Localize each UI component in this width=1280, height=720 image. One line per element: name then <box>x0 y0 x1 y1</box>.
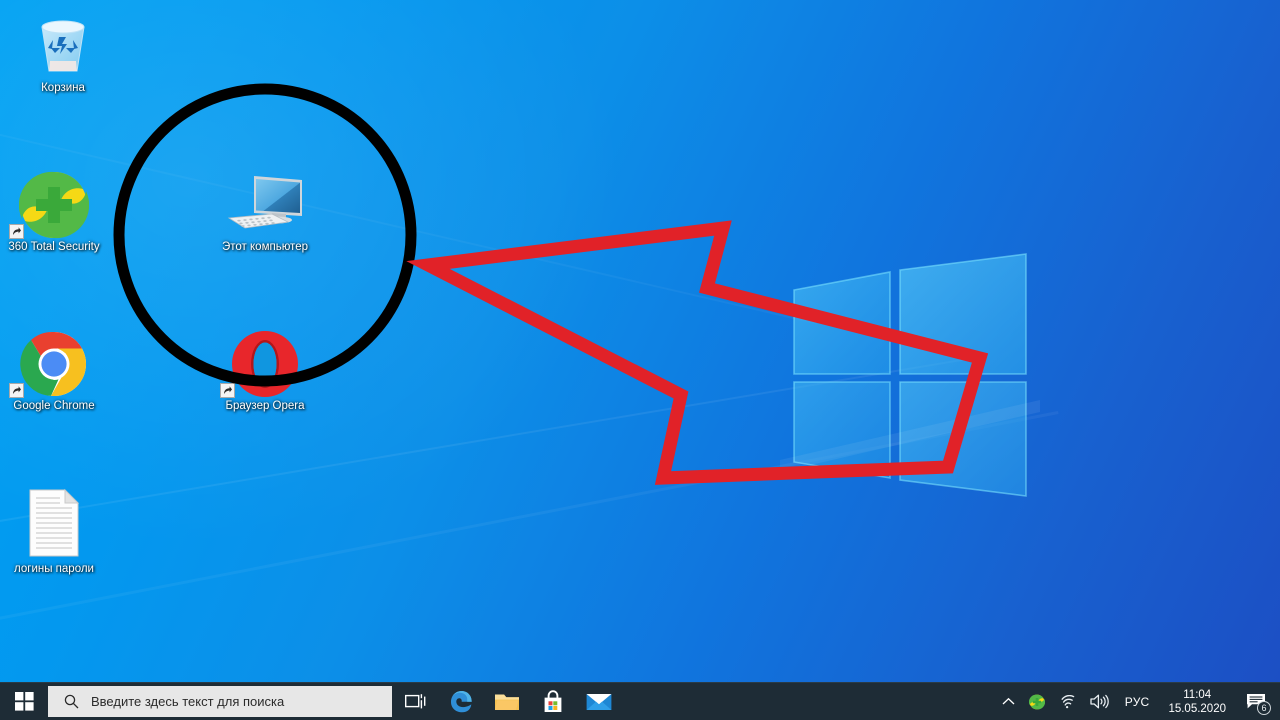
clock-time: 11:04 <box>1183 688 1212 701</box>
desktop-icon-label: Браузер Opera <box>225 400 305 412</box>
shortcut-arrow-badge <box>9 383 24 398</box>
speaker-icon <box>1090 694 1109 709</box>
microsoft-store-icon <box>544 689 562 712</box>
google-chrome-icon <box>1 331 107 398</box>
desktop-icon-google-chrome[interactable]: Google Chrome <box>1 331 107 413</box>
file-explorer-icon <box>495 694 519 710</box>
360-total-security-icon <box>1 171 107 239</box>
360-security-tray-icon <box>1028 694 1045 709</box>
windows-logo-wallpaper <box>780 253 1040 497</box>
microsoft-edge-icon <box>450 691 472 713</box>
search-icon <box>64 694 79 709</box>
shortcut-arrow-badge <box>9 224 24 239</box>
action-center-button[interactable]: 6 <box>1236 683 1276 720</box>
search-input[interactable]: Введите здесь текст для поиска <box>48 686 392 717</box>
opera-browser-icon <box>212 331 318 398</box>
microsoft-edge-button[interactable] <box>438 683 484 720</box>
desktop-icon-this-computer[interactable]: Этот компьютер <box>212 173 318 254</box>
desktop-icon-label: Корзина <box>41 82 85 94</box>
shortcut-arrow-badge <box>220 383 235 398</box>
desktop-icon-360-total-security[interactable]: 360 Total Security <box>1 171 107 254</box>
microsoft-store-button[interactable] <box>530 683 576 720</box>
windows-start-icon <box>14 692 34 711</box>
desktop-wallpaper[interactable] <box>0 0 1280 682</box>
mail-button[interactable] <box>576 683 622 720</box>
desktop-icon-label: 360 Total Security <box>8 241 100 253</box>
task-view-icon <box>404 694 425 709</box>
tray-360-security[interactable] <box>1022 683 1052 720</box>
start-button[interactable] <box>0 683 48 720</box>
desktop-screen: Корзина 360 Total Security Google Chrome… <box>0 0 1280 720</box>
clock-date: 15.05.2020 <box>1168 702 1226 715</box>
desktop-icon-opera-browser[interactable]: Браузер Opera <box>212 331 318 413</box>
desktop-icon-label: Google Chrome <box>13 400 95 412</box>
tray-volume[interactable] <box>1083 683 1116 720</box>
taskbar-clock[interactable]: 11:04 15.05.2020 <box>1158 683 1236 720</box>
desktop-icon-label: Этот компьютер <box>222 241 308 253</box>
desktop-icon-logins-passwords[interactable]: логины пароли <box>1 487 107 576</box>
search-placeholder-text: Введите здесь текст для поиска <box>91 694 285 709</box>
tray-language-indicator[interactable]: РУС <box>1116 683 1159 720</box>
chevron-up-icon <box>1002 697 1015 705</box>
desktop-icon-label: логины пароли <box>14 563 94 575</box>
notification-count-badge: 6 <box>1257 700 1271 715</box>
mail-icon <box>586 693 612 710</box>
desktop-icon-recycle-bin[interactable]: Корзина <box>10 14 116 95</box>
task-view-button[interactable] <box>392 683 438 720</box>
wifi-icon <box>1061 694 1075 708</box>
tray-network[interactable] <box>1052 683 1083 720</box>
tray-overflow-button[interactable] <box>995 683 1022 720</box>
this-computer-icon <box>212 173 318 237</box>
text-document-icon <box>1 487 107 559</box>
system-tray: РУС 11:04 15.05.2020 6 <box>995 683 1280 720</box>
recycle-bin-icon <box>10 14 116 78</box>
file-explorer-button[interactable] <box>484 683 530 720</box>
taskbar: Введите здесь текст для поиска РУС 11:04… <box>0 682 1280 720</box>
